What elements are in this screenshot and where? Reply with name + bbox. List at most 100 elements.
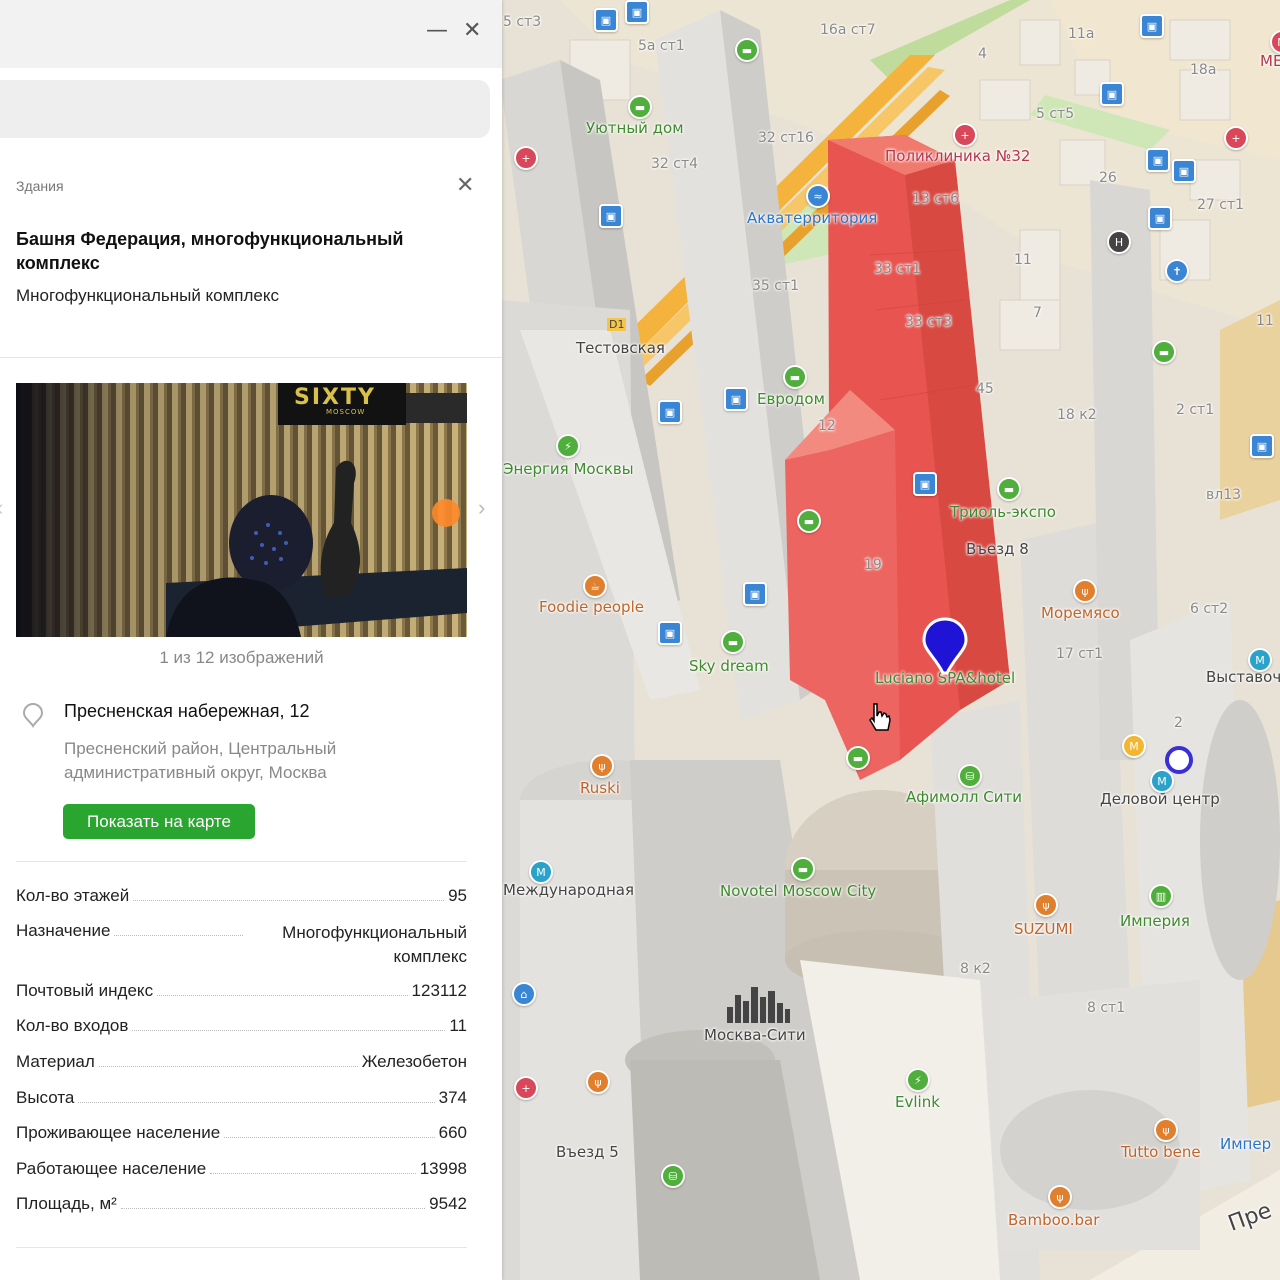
bus-stop-icon[interactable]: ▣ [724, 387, 748, 411]
map-label[interactable]: Афимолл Сити [906, 788, 1022, 806]
bus-stop-icon[interactable]: ▣ [1100, 82, 1124, 106]
map-label: 2 [1174, 715, 1183, 731]
hotel-icon[interactable]: ▬ [791, 857, 815, 881]
location-pin-icon [22, 702, 44, 728]
search-input[interactable] [0, 80, 490, 138]
map-label: 6 ст2 [1190, 601, 1229, 617]
hotel-icon[interactable]: ▬ [1152, 340, 1176, 364]
map-label[interactable]: SUZUMI [1014, 920, 1073, 938]
moscow-city-landmark-icon[interactable] [725, 985, 791, 1023]
map-label[interactable]: Foodie people [539, 598, 644, 616]
bus-stop-icon[interactable]: ▣ [1250, 434, 1274, 458]
cafe-icon[interactable]: ☕ [583, 574, 607, 598]
hotel-icon[interactable]: ▬ [783, 365, 807, 389]
show-on-map-button[interactable]: Показать на карте [63, 804, 255, 839]
info-panel: — ✕ Здания ✕ Башня Федерация, многофункц… [0, 0, 502, 1280]
attribute-label: Почтовый индекс [16, 981, 154, 1000]
map-label: 12 [818, 418, 836, 434]
map-label: 11 [1256, 313, 1274, 329]
bus-stop-icon[interactable]: ▣ [658, 621, 682, 645]
divider [16, 1247, 467, 1248]
metro-icon[interactable]: M [1248, 648, 1272, 672]
bus-stop-icon[interactable]: ▣ [1172, 159, 1196, 183]
bus-stop-icon[interactable]: ▣ [1140, 14, 1164, 38]
hotel-icon[interactable]: ▬ [846, 746, 870, 770]
restaurant-icon[interactable]: ψ [1034, 893, 1058, 917]
clinic-icon[interactable]: + [514, 1076, 538, 1100]
attribute-label: Кол-во этажей [16, 886, 130, 905]
shopping-bag-icon[interactable]: ⛁ [958, 764, 982, 788]
map-label[interactable]: Bamboo.bar [1008, 1211, 1099, 1229]
bus-stop-icon[interactable]: ▣ [625, 0, 649, 24]
card-category: Здания [16, 178, 64, 194]
hostel-icon[interactable]: H [1107, 230, 1131, 254]
attribute-row: Работающее население 13998 [16, 1159, 467, 1179]
clinic-icon[interactable]: + [514, 146, 538, 170]
divider [0, 357, 502, 358]
card-subtitle: Многофункциональный комплекс [16, 286, 280, 305]
map-label[interactable]: Импер [1220, 1135, 1271, 1153]
business-center-icon[interactable]: ▥ [1149, 884, 1173, 908]
power-station-icon[interactable]: ⚡ [556, 434, 580, 458]
map-label[interactable]: Поликлиника №32 [885, 147, 1030, 165]
minimize-button[interactable]: — [426, 18, 448, 43]
map-label[interactable]: Evlink [895, 1093, 940, 1111]
building-photo[interactable]: SIXTY MOSCOW [16, 383, 467, 637]
close-card-button[interactable]: ✕ [456, 173, 474, 198]
map-label[interactable]: Триоль-экспо [950, 503, 1056, 521]
bus-stop-icon[interactable]: ▣ [594, 8, 618, 32]
attribute-row: Назначение Многофункциональный комплекс [16, 921, 467, 969]
attribute-row: Материал Железобетон [16, 1052, 467, 1072]
restaurant-icon[interactable]: ψ [590, 754, 614, 778]
map-label[interactable]: Империя [1120, 912, 1190, 930]
hotel-icon[interactable]: ▬ [735, 38, 759, 62]
restaurant-icon[interactable]: ψ [1073, 579, 1097, 603]
bus-stop-icon[interactable]: ▣ [599, 204, 623, 228]
map-label[interactable]: Sky dream [689, 657, 769, 675]
church-icon[interactable]: ✝ [1165, 259, 1189, 283]
map-label[interactable]: Евродом [757, 390, 825, 408]
window-titlebar: — ✕ [0, 0, 502, 68]
attribute-row: Кол-во входов 11 [16, 1016, 467, 1036]
bus-stop-icon[interactable]: ▣ [1146, 148, 1170, 172]
map-label[interactable]: Novotel Moscow City [720, 882, 876, 900]
metro-icon[interactable]: M [529, 860, 553, 884]
clinic-icon[interactable]: + [953, 123, 977, 147]
bus-stop-icon[interactable]: ▣ [743, 582, 767, 606]
map-label: 4 [978, 46, 987, 62]
hotel-icon[interactable]: ▬ [628, 95, 652, 119]
map-label[interactable]: Моремясо [1041, 604, 1120, 622]
attribute-label: Работающее население [16, 1159, 207, 1178]
my-location-icon[interactable] [1163, 744, 1195, 776]
map-label[interactable]: Акватерритория [747, 209, 877, 227]
attribute-value: 123112 [411, 981, 467, 1000]
selected-location-pin-icon[interactable] [921, 617, 969, 675]
map-label[interactable]: Уютный дом [586, 119, 684, 137]
map-label[interactable]: Энергия Москвы [503, 460, 634, 478]
restaurant-icon[interactable]: ψ [1048, 1185, 1072, 1209]
hotel-icon[interactable]: ▬ [797, 509, 821, 533]
attribute-row: Проживающее население 660 [16, 1123, 467, 1143]
map-label[interactable]: Ruski [580, 779, 620, 797]
hotel-icon[interactable]: ▬ [997, 477, 1021, 501]
photo-next-button[interactable]: › [478, 495, 485, 521]
clinic-icon[interactable]: + [1224, 126, 1248, 150]
metro-icon[interactable]: M [1122, 734, 1146, 758]
attribute-value: Многофункциональный комплекс [282, 923, 467, 966]
bus-stop-icon[interactable]: ▣ [1148, 206, 1172, 230]
pool-icon[interactable]: ≈ [806, 184, 830, 208]
bus-stop-icon[interactable]: ▣ [658, 400, 682, 424]
photo-prev-button[interactable]: ‹ [0, 495, 3, 521]
restaurant-icon[interactable]: ψ [586, 1070, 610, 1094]
window-close-button[interactable]: ✕ [463, 18, 481, 43]
dot-leader [120, 1194, 426, 1209]
hotel-icon[interactable]: ▬ [721, 630, 745, 654]
map-label[interactable]: Tutto bene [1121, 1143, 1201, 1161]
photo-counter: 1 из 12 изображений [159, 648, 324, 667]
shopping-bag-icon[interactable]: ⛁ [661, 1164, 685, 1188]
restaurant-icon[interactable]: ψ [1154, 1118, 1178, 1142]
bus-stop-icon[interactable]: ▣ [913, 472, 937, 496]
ev-charging-icon[interactable]: ⚡ [906, 1068, 930, 1092]
divider [16, 861, 467, 862]
home-icon[interactable]: ⌂ [512, 982, 536, 1006]
